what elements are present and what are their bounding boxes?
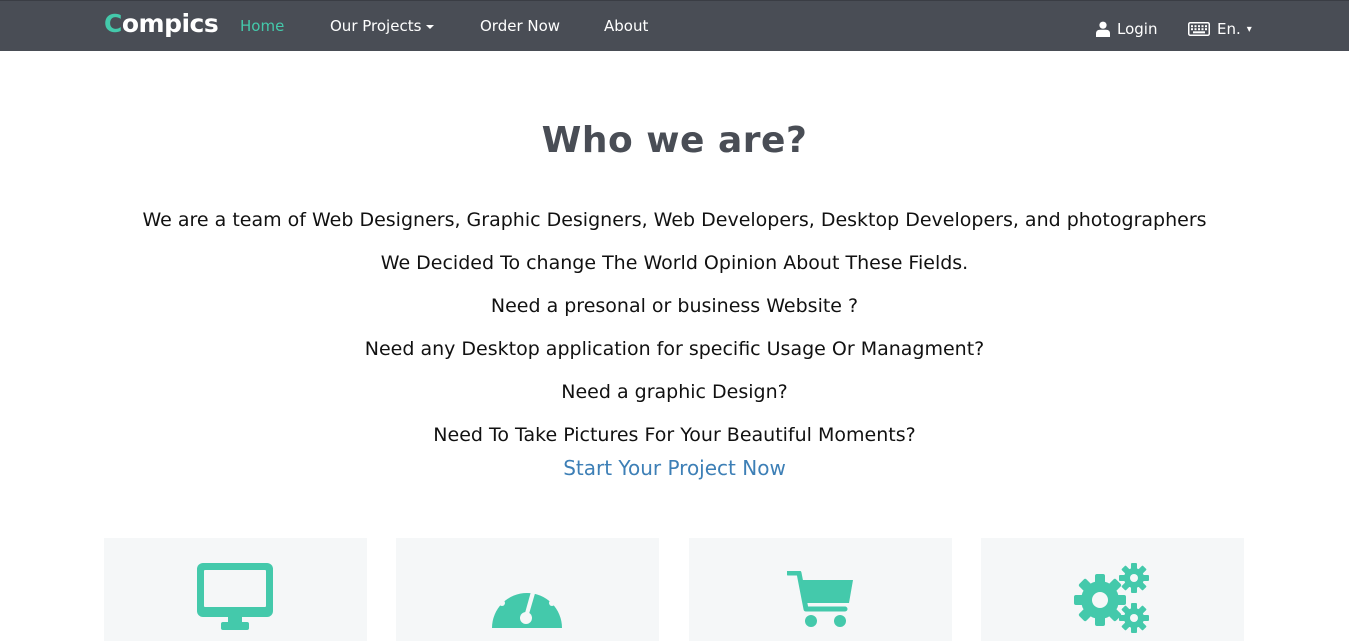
- service-card-graphic[interactable]: [981, 538, 1244, 641]
- brand-first-letter: C: [104, 9, 122, 38]
- brand-logo[interactable]: Compics: [104, 9, 219, 38]
- start-project-link[interactable]: Start Your Project Now: [0, 456, 1349, 480]
- nav-our-projects[interactable]: Our Projects: [330, 17, 435, 35]
- shopping-cart-icon: [787, 571, 853, 627]
- nav-order-now[interactable]: Order Now: [480, 17, 560, 35]
- dashboard-icon: [492, 576, 562, 628]
- nav-our-projects-label: Our Projects: [330, 17, 422, 35]
- language-label: En.: [1217, 20, 1241, 38]
- intro-line: Need a graphic Design?: [561, 381, 788, 403]
- login-link[interactable]: Login: [1096, 20, 1157, 38]
- desktop-icon: [197, 563, 273, 630]
- nav-home[interactable]: Home: [240, 17, 284, 35]
- caret-down-icon: [426, 24, 435, 29]
- intro-line: We Decided To change The World Opinion A…: [380, 252, 969, 274]
- section-title: Who we are?: [541, 120, 808, 161]
- service-card-web[interactable]: [104, 538, 367, 641]
- navbar: Compics Home Our Projects Order Now Abou…: [0, 0, 1349, 51]
- service-card-desktop[interactable]: [396, 538, 659, 641]
- caret-down-icon: ▾: [1246, 23, 1252, 35]
- intro-line: Need a presonal or business Website ?: [490, 295, 859, 317]
- intro-text: We are a team of Web Designers, Graphic …: [0, 199, 1349, 457]
- intro-line: Need any Desktop application for specifi…: [364, 338, 985, 360]
- login-label: Login: [1117, 20, 1158, 38]
- brand-name-rest: ompics: [121, 9, 219, 38]
- intro-line: Need To Take Pictures For Your Beautiful…: [433, 424, 916, 446]
- intro-line: We are a team of Web Designers, Graphic …: [142, 209, 1207, 231]
- gears-icon: [1074, 563, 1149, 633]
- keyboard-icon: [1188, 22, 1210, 36]
- service-card-shop[interactable]: [689, 538, 952, 641]
- nav-about[interactable]: About: [604, 17, 648, 35]
- language-selector[interactable]: En. ▾: [1188, 20, 1252, 38]
- user-icon: [1096, 21, 1110, 37]
